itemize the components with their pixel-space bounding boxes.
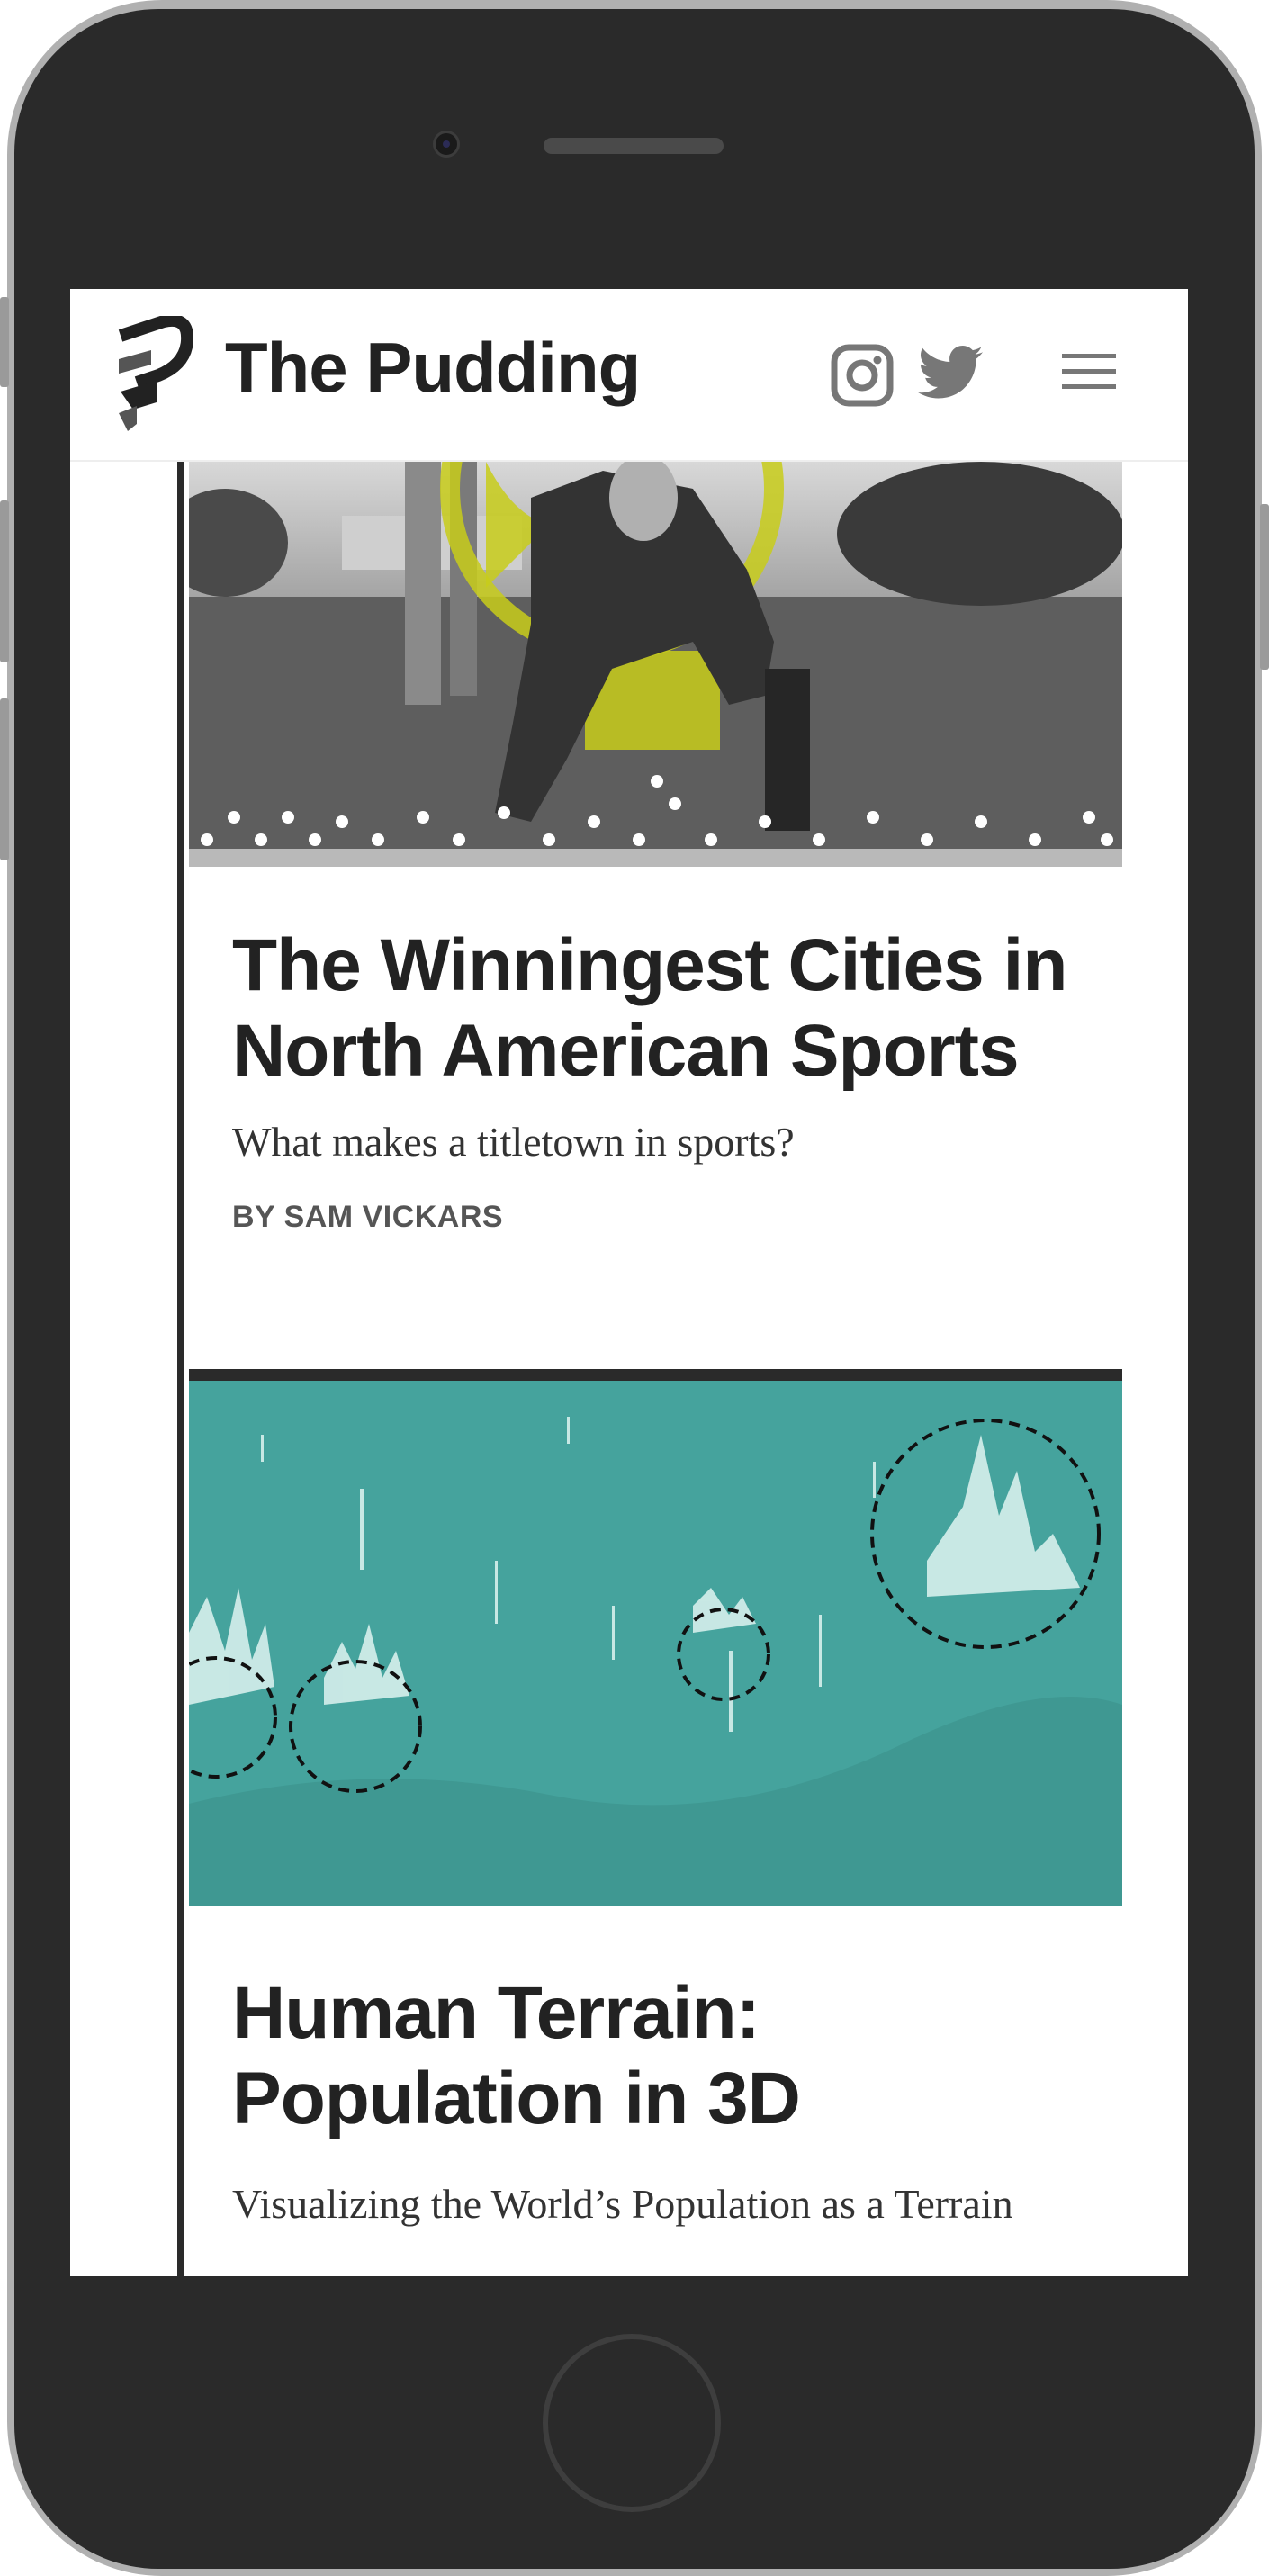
screen: The Pudding The Winningest Cities in Nor… [70,289,1188,2276]
mute-switch [0,297,9,387]
twitter-icon[interactable] [918,345,983,401]
front-camera [433,131,460,158]
instagram-icon[interactable] [830,343,895,408]
story-card[interactable]: The Winningest Cities in North American … [189,462,1122,1373]
earpiece-speaker [544,138,724,154]
site-brand[interactable]: The Pudding [225,332,641,402]
story-card[interactable]: Human Terrain: Population in 3D Visualiz… [189,1381,1122,2276]
story-title[interactable]: Human Terrain: Population in 3D [232,1970,1042,2141]
story-feed: The Winningest Cities in North American … [70,462,1188,2276]
power-button [1260,504,1269,670]
hamburger-menu-icon[interactable] [1060,350,1118,393]
story-byline[interactable]: BY SAM VICKARS [232,1200,503,1235]
home-button[interactable] [543,2334,721,2512]
volume-up-button [0,500,9,662]
volume-down-button [0,698,9,860]
site-header: The Pudding [70,289,1188,462]
population-terrain-image[interactable] [189,1381,1122,1906]
football-player-image[interactable] [189,462,1122,867]
story-title[interactable]: The Winningest Cities in North American … [232,923,1114,1094]
left-rule [177,462,184,2276]
story-dek: What makes a titletown in sports? [232,1119,795,1165]
story-divider [189,1369,1122,1381]
logo-mark-icon[interactable] [112,316,193,433]
story-dek: Visualizing the World’s Population as a … [232,2181,1013,2227]
